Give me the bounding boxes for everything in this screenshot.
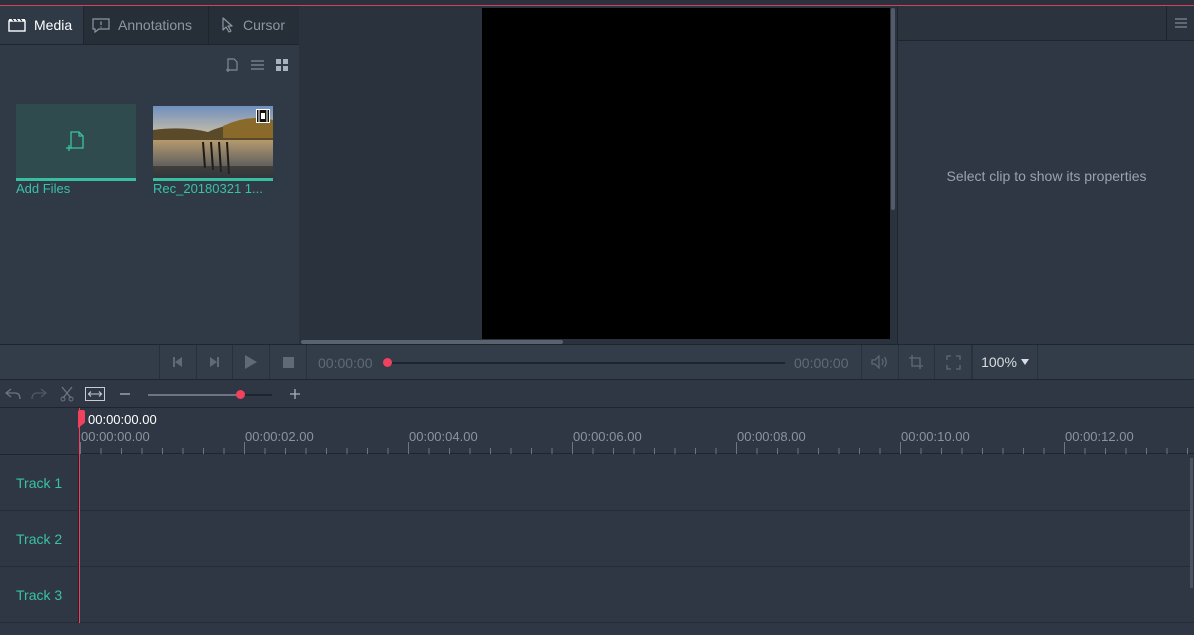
tab-media[interactable]: Media — [0, 6, 84, 44]
media-clip-label[interactable]: Rec_20180321 1... — [153, 181, 263, 196]
media-panel: Media Annotations Cursor Add Files Rec_2… — [0, 6, 299, 344]
add-file-icon — [66, 131, 84, 151]
preview-vertical-scrollbar[interactable] — [891, 8, 895, 210]
properties-panel: Select clip to show its properties — [897, 6, 1194, 344]
scissors-icon — [60, 386, 74, 402]
undo-icon — [5, 388, 21, 400]
zoom-in-button[interactable] — [284, 384, 306, 404]
fullscreen-button[interactable] — [935, 345, 972, 379]
ruler-label: 00:00:00.00 — [81, 429, 150, 444]
media-view-options — [225, 58, 289, 72]
fullscreen-icon — [945, 354, 961, 370]
seek-handle[interactable] — [383, 358, 392, 367]
play-icon — [245, 355, 257, 369]
undo-button[interactable] — [2, 384, 24, 404]
add-files-label[interactable]: Add Files — [16, 181, 70, 196]
list-view-icon[interactable] — [250, 58, 265, 72]
cursor-icon — [222, 17, 233, 33]
crop-button[interactable] — [898, 345, 935, 379]
seek-bar[interactable] — [388, 362, 785, 364]
zoom-value: 100% — [981, 354, 1017, 370]
clapperboard-icon — [8, 18, 26, 32]
previous-frame-button[interactable] — [159, 345, 197, 379]
timeline-zoom-handle[interactable] — [236, 390, 245, 399]
ruler-label: 00:00:08.00 — [737, 429, 806, 444]
ruler-label: 00:00:12.00 — [1065, 429, 1134, 444]
chevron-down-icon — [1020, 359, 1029, 365]
stop-button[interactable] — [270, 345, 307, 379]
annotation-icon — [92, 17, 110, 33]
grid-view-icon[interactable] — [275, 58, 289, 72]
track-row[interactable]: Track 3 — [0, 567, 1194, 623]
properties-placeholder: Select clip to show its properties — [946, 168, 1147, 184]
ruler-label: 00:00:02.00 — [245, 429, 314, 444]
import-icon[interactable] — [225, 58, 240, 72]
track-row[interactable]: Track 1 — [0, 455, 1194, 511]
volume-button[interactable] — [861, 345, 899, 379]
zoom-out-button[interactable] — [114, 384, 136, 404]
volume-icon — [871, 355, 887, 369]
tab-annotations[interactable]: Annotations — [84, 6, 209, 44]
tab-cursor-label: Cursor — [243, 17, 286, 33]
plus-icon — [290, 389, 300, 399]
fit-to-window-button[interactable] — [84, 384, 106, 404]
tab-media-label: Media — [34, 17, 73, 33]
current-time: 00:00:00 — [318, 355, 373, 371]
redo-icon — [31, 388, 47, 400]
track-label: Track 2 — [0, 511, 79, 566]
minus-icon — [120, 393, 130, 395]
video-preview[interactable] — [482, 8, 890, 339]
playhead-timecode: 00:00:00.00 — [88, 412, 157, 427]
media-clip-thumbnail[interactable] — [153, 106, 273, 181]
playback-bar: 00:00:00 00:00:00 100% — [0, 344, 1194, 380]
video-clip-icon — [256, 109, 270, 123]
next-frame-button[interactable] — [196, 345, 233, 379]
track-label: Track 1 — [0, 455, 79, 510]
properties-header — [898, 6, 1194, 41]
track-row[interactable]: Track 2 — [0, 511, 1194, 567]
hamburger-menu-icon — [1175, 18, 1187, 28]
ruler-label: 00:00:06.00 — [573, 429, 642, 444]
stop-icon — [282, 356, 294, 368]
preview-area — [299, 6, 897, 344]
zoom-select[interactable]: 100% — [972, 345, 1038, 379]
play-button[interactable] — [233, 345, 270, 379]
clip-thumbnail-image — [153, 106, 273, 178]
ruler-label: 00:00:04.00 — [409, 429, 478, 444]
fit-width-icon — [85, 387, 105, 401]
timeline: 00:00:00.00 00:00:00.00 00:00:02.00 00:0… — [0, 408, 1194, 635]
playhead-line[interactable] — [79, 408, 80, 623]
crop-icon — [909, 355, 923, 369]
add-files-tile[interactable] — [16, 104, 136, 181]
timeline-toolbar — [0, 380, 1194, 408]
ruler-label: 00:00:10.00 — [901, 429, 970, 444]
tab-annotations-label: Annotations — [118, 17, 192, 33]
split-button[interactable] — [56, 384, 78, 404]
total-time: 00:00:00 — [794, 355, 849, 371]
redo-button[interactable] — [28, 384, 50, 404]
timeline-zoom-fill — [148, 394, 240, 396]
tab-cursor[interactable]: Cursor — [209, 6, 299, 44]
track-label: Track 3 — [0, 567, 79, 622]
ruler-spacer — [0, 408, 80, 455]
properties-menu-button[interactable] — [1166, 6, 1194, 40]
skip-back-icon — [173, 357, 182, 367]
skip-forward-icon — [210, 357, 219, 367]
panel-tabs: Media Annotations Cursor — [0, 6, 299, 45]
timeline-vertical-scrollbar[interactable] — [1190, 458, 1193, 588]
